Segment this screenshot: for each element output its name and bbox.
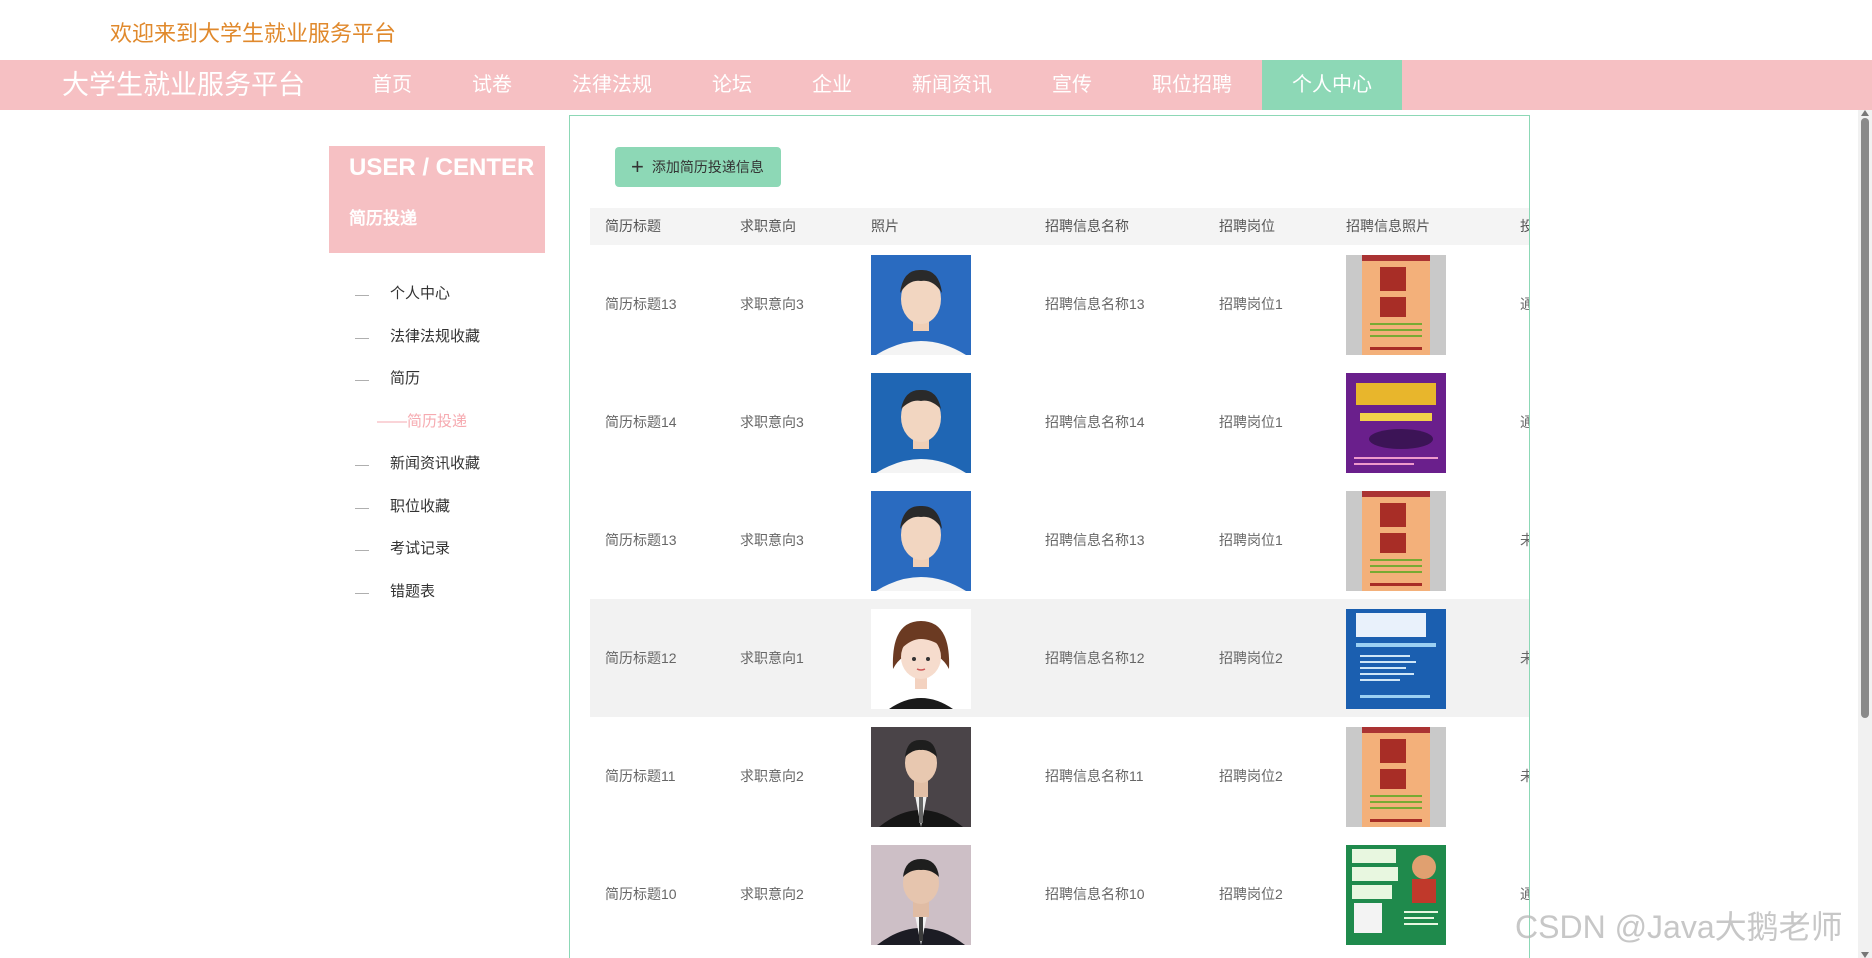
side-item-resume[interactable]: — 简历 — [355, 363, 555, 406]
delivery-table: 简历标题 求职意向 照片 招聘信息名称 招聘岗位 招聘信息照片 投 简历标题13… — [590, 208, 1529, 953]
welcome-text: 欢迎来到大学生就业服务平台 — [110, 21, 397, 46]
dash-icon: — — [355, 286, 369, 302]
dash-icon: — — [355, 371, 369, 387]
table-row[interactable]: 简历标题10 求职意向2 招聘信息名称10 招聘岗位2 通 — [590, 835, 1529, 953]
side-item-personal-center[interactable]: — 个人中心 — [355, 278, 555, 321]
user-center-title: USER / CENTER — [349, 154, 535, 181]
nav-item-user-center[interactable]: 个人中心 — [1262, 60, 1402, 110]
cell-recruit-post: 招聘岗位1 — [1219, 296, 1283, 312]
resume-photo — [871, 255, 971, 355]
add-resume-delivery-button[interactable]: + 添加简历投递信息 — [615, 147, 781, 187]
recruit-poster-image — [1346, 491, 1446, 591]
recruit-poster-image — [1346, 255, 1446, 355]
cell-recruit-name: 招聘信息名称13 — [1045, 532, 1145, 548]
cell-job-intent: 求职意向3 — [740, 414, 804, 430]
dash-icon: — — [355, 498, 369, 515]
plus-icon: + — [631, 154, 644, 179]
watermark-text: CSDN @Java大鹅老师 — [1515, 909, 1843, 945]
recruit-poster-image — [1346, 609, 1446, 709]
page-scrollbar[interactable] — [1858, 110, 1872, 958]
cell-recruit-name: 招聘信息名称12 — [1045, 650, 1145, 666]
nav-item-home[interactable]: 首页 — [342, 60, 442, 110]
cell-resume-title: 简历标题10 — [605, 886, 677, 902]
dash-icon: — — [355, 328, 369, 345]
cell-resume-title: 简历标题14 — [605, 414, 677, 430]
cell-resume-title: 简历标题11 — [605, 768, 676, 784]
cell-recruit-name: 招聘信息名称11 — [1045, 768, 1144, 784]
dash-icon: — — [355, 541, 369, 557]
user-center-box: USER / CENTER 简历投递 — [329, 146, 545, 253]
resume-photo — [871, 609, 971, 709]
nav-item-news[interactable]: 新闻资讯 — [882, 60, 1022, 110]
site-brand[interactable]: 大学生就业服务平台 — [62, 60, 305, 110]
cell-recruit-name: 招聘信息名称14 — [1045, 414, 1145, 430]
cell-resume-title: 简历标题12 — [605, 650, 677, 666]
recruit-poster-image — [1346, 373, 1446, 473]
table-row[interactable]: 简历标题13 求职意向3 招聘信息名称13 招聘岗位1 未 — [590, 481, 1529, 599]
cell-recruit-post: 招聘岗位2 — [1219, 650, 1283, 666]
nav-item-company[interactable]: 企业 — [782, 60, 882, 110]
side-item-exam-records[interactable]: — 考试记录 — [355, 533, 555, 576]
dash-icon: — — [355, 583, 369, 600]
cell-recruit-post: 招聘岗位1 — [1219, 414, 1283, 430]
header-recruit-photo: 招聘信息照片 — [1346, 218, 1430, 234]
cell-job-intent: 求职意向1 — [740, 650, 804, 666]
scroll-down-arrow-icon[interactable] — [1861, 952, 1869, 958]
table-header: 简历标题 求职意向 照片 招聘信息名称 招聘岗位 招聘信息照片 投 — [590, 208, 1529, 245]
nav-item-law[interactable]: 法律法规 — [542, 60, 682, 110]
cell-recruit-name: 招聘信息名称10 — [1045, 886, 1145, 902]
cell-job-intent: 求职意向3 — [740, 532, 804, 548]
cell-job-intent: 求职意向2 — [740, 768, 804, 784]
add-button-label: 添加简历投递信息 — [651, 159, 764, 175]
sub-dash-icon: —— — [377, 412, 407, 430]
resume-photo — [871, 373, 971, 473]
header-photo: 照片 — [871, 218, 899, 234]
user-center-subtitle: 简历投递 — [349, 209, 417, 228]
nav-item-forum[interactable]: 论坛 — [682, 60, 782, 110]
table-row[interactable]: 简历标题13 求职意向3 招聘信息名称13 招聘岗位1 通 — [590, 245, 1529, 363]
header-resume-title: 简历标题 — [605, 218, 661, 234]
cell-job-intent: 求职意向3 — [740, 296, 804, 312]
cell-recruit-post: 招聘岗位1 — [1219, 532, 1283, 548]
resume-photo — [871, 491, 971, 591]
top-navbar: 大学生就业服务平台 首页 试卷 法律法规 论坛 企业 新闻资讯 宣传 职位招聘 … — [0, 60, 1872, 110]
cell-job-intent: 求职意向2 — [740, 886, 804, 902]
side-menu: — 个人中心 — 法律法规收藏 — 简历 ——简历投递 — 新闻资讯收藏 — 职位收藏 —… — [355, 278, 555, 618]
header-recruit-post: 招聘岗位 — [1219, 218, 1275, 234]
scroll-up-arrow-icon[interactable] — [1861, 110, 1869, 116]
cell-delivery-status: 未 — [1520, 481, 1529, 599]
side-item-law-favorites[interactable]: — 法律法规收藏 — [355, 321, 555, 364]
cell-delivery-status: 通 — [1520, 245, 1529, 363]
content-panel: + 添加简历投递信息 简历标题 求职意向 照片 招聘信息名称 招聘岗位 招聘信息… — [569, 115, 1530, 958]
cell-delivery-status: 通 — [1520, 363, 1529, 481]
nav-item-jobs[interactable]: 职位招聘 — [1122, 60, 1262, 110]
scroll-thumb[interactable] — [1861, 118, 1869, 718]
nav-item-promo[interactable]: 宣传 — [1022, 60, 1122, 110]
cell-recruit-name: 招聘信息名称13 — [1045, 296, 1145, 312]
header-delivery-status: 投 — [1520, 208, 1529, 245]
table-row[interactable]: 简历标题12 求职意向1 招聘信息名称12 招聘岗位2 未 — [590, 599, 1529, 717]
side-item-resume-delivery-label: ——简历投递 — [377, 412, 468, 430]
table-row[interactable]: 简历标题14 求职意向3 招聘信息名称14 招聘岗位1 通 — [590, 363, 1529, 481]
nav-item-exam[interactable]: 试卷 — [442, 60, 542, 110]
header-job-intent: 求职意向 — [740, 218, 796, 234]
cell-delivery-status: 未 — [1520, 599, 1529, 717]
resume-photo — [871, 845, 971, 945]
side-item-wrong-questions[interactable]: — 错题表 — [355, 576, 555, 619]
dash-icon: — — [355, 456, 369, 472]
header-recruit-name: 招聘信息名称 — [1045, 218, 1129, 234]
cell-resume-title: 简历标题13 — [605, 532, 677, 548]
table-row[interactable]: 简历标题11 求职意向2 招聘信息名称11 招聘岗位2 未 — [590, 717, 1529, 835]
side-item-news-favorites[interactable]: — 新闻资讯收藏 — [355, 448, 555, 491]
cell-resume-title: 简历标题13 — [605, 296, 677, 312]
cell-recruit-post: 招聘岗位2 — [1219, 768, 1283, 784]
resume-photo — [871, 727, 971, 827]
nav-items: 首页 试卷 法律法规 论坛 企业 新闻资讯 宣传 职位招聘 个人中心 — [342, 60, 1402, 110]
side-item-job-favorites[interactable]: — 职位收藏 — [355, 491, 555, 534]
cell-recruit-post: 招聘岗位2 — [1219, 886, 1283, 902]
recruit-poster-image — [1346, 845, 1446, 945]
side-item-resume-delivery[interactable]: ——简历投递 — [355, 406, 555, 449]
cell-delivery-status: 未 — [1520, 717, 1529, 835]
recruit-poster-image — [1346, 727, 1446, 827]
